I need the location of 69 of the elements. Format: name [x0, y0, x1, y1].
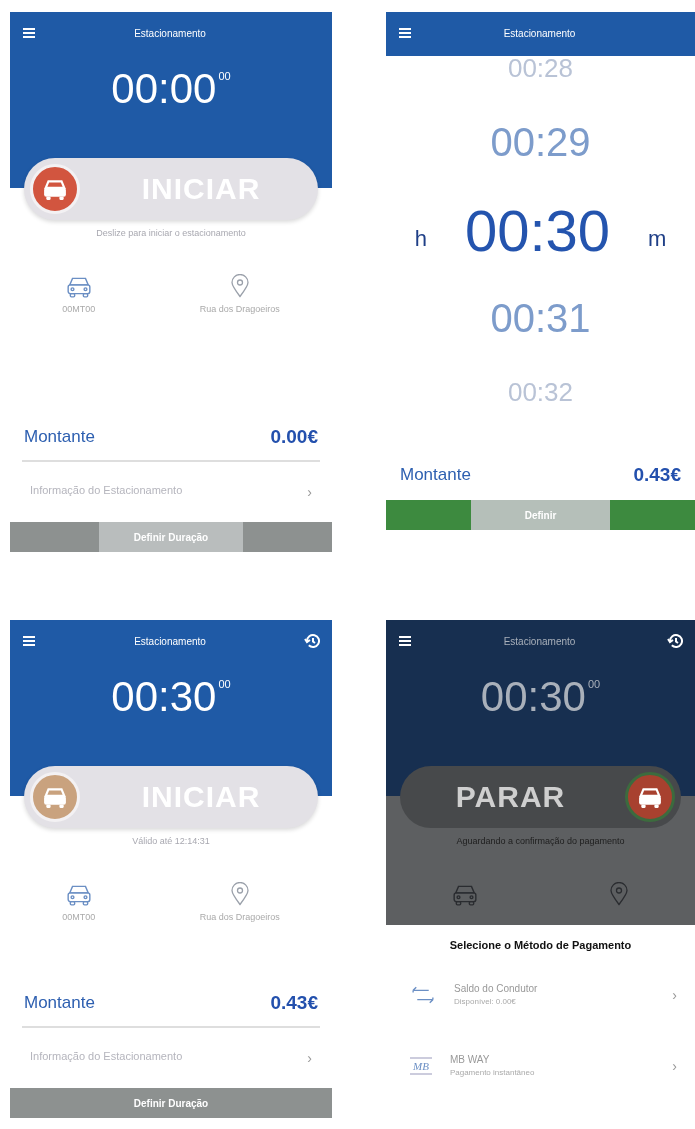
duration-option[interactable]: 00:32	[507, 376, 574, 408]
amount-value: 0.00€	[270, 426, 318, 448]
car-icon	[636, 785, 664, 809]
history-button[interactable]	[304, 633, 320, 649]
duration-option[interactable]: 00:31	[490, 295, 591, 341]
screen-title: Estacionamento	[134, 27, 206, 39]
timer-seconds: 00	[218, 678, 231, 690]
chevron-icon: ›	[672, 986, 677, 1003]
mbway-logo: MB	[410, 1056, 432, 1075]
slider-knob[interactable]	[625, 772, 675, 822]
hours-unit: h	[414, 226, 427, 252]
location-pin-icon	[609, 882, 630, 906]
swipe-slider[interactable]: PARAR	[400, 766, 681, 828]
duration-option[interactable]: 00:28	[507, 52, 574, 84]
street-label: Rua dos Dragoeiros	[199, 912, 280, 922]
history-icon	[667, 633, 683, 649]
plate-label: 00MT00	[62, 912, 96, 922]
street-label: Rua dos Dragoeiros	[199, 304, 280, 314]
location-pin-icon	[229, 882, 250, 906]
chevron-icon: ›	[672, 1057, 677, 1074]
amount-label: Montante	[24, 993, 95, 1013]
car-icon	[41, 177, 69, 201]
details-label: Informação do Estacionamento	[30, 1050, 183, 1064]
timer-seconds: 00	[218, 70, 231, 82]
hint-text: Válido até 12:14:31	[131, 836, 211, 846]
amount-label: Montante	[400, 465, 471, 485]
screen-title: Estacionamento	[134, 635, 206, 647]
menu-icon	[22, 26, 36, 40]
history-button[interactable]	[667, 633, 683, 649]
timer-seconds: 00	[587, 678, 601, 690]
payment-method[interactable]: MB MB WAY Pagamento instantâneo ›	[404, 1054, 677, 1077]
amount-label: Montante	[24, 427, 95, 447]
hint-text: Deslize para iniciar o estacionamento	[95, 228, 247, 238]
sheet-title: Selecione o Método de Pagamento	[448, 939, 633, 951]
menu-icon	[22, 634, 36, 648]
swap-arrows-icon	[410, 984, 436, 1005]
menu-button[interactable]	[398, 634, 412, 648]
duration-option[interactable]: 00:29	[490, 119, 591, 165]
method-detail: Disponível: 0.00€	[454, 997, 517, 1006]
menu-icon	[398, 634, 412, 648]
screen-title: Estacionamento	[503, 27, 576, 39]
timer-display: 00:30	[111, 676, 217, 718]
menu-button[interactable]	[398, 26, 412, 40]
details-link[interactable]: Informação do Estacionamento ›	[10, 462, 332, 500]
details-link[interactable]: Informação do Estacionamento ›	[10, 1028, 332, 1066]
minutes-unit: m	[648, 226, 667, 252]
menu-button[interactable]	[22, 634, 36, 648]
plate-label: 00MT00	[62, 304, 96, 314]
screen-title: Estacionamento	[503, 635, 576, 647]
details-label: Informação do Estacionamento	[30, 484, 183, 498]
timer-display: 00:30	[480, 676, 586, 718]
method-name: Saldo do Condutor	[454, 983, 539, 994]
car-icon	[41, 785, 69, 809]
action-button[interactable]: Definir Duração	[10, 522, 332, 552]
payment-method[interactable]: Saldo do Condutor Disponível: 0.00€ ›	[404, 983, 677, 1006]
duration-option[interactable]: 00:30	[464, 196, 611, 264]
location-pin-icon	[229, 274, 250, 298]
chevron-icon: ›	[307, 484, 312, 500]
amount-value: 0.43€	[633, 464, 681, 486]
action-button[interactable]: Definir Duração	[10, 1088, 332, 1118]
history-icon	[304, 633, 320, 649]
timer-display: 00:00	[111, 68, 217, 110]
action-button[interactable]: Definir	[386, 500, 695, 530]
chevron-icon: ›	[307, 1050, 312, 1066]
amount-value: 0.43€	[270, 992, 318, 1014]
method-detail: Pagamento instantâneo	[449, 1068, 536, 1077]
method-name: MB WAY	[449, 1054, 491, 1065]
menu-button[interactable]	[22, 26, 36, 40]
menu-icon	[398, 26, 412, 40]
